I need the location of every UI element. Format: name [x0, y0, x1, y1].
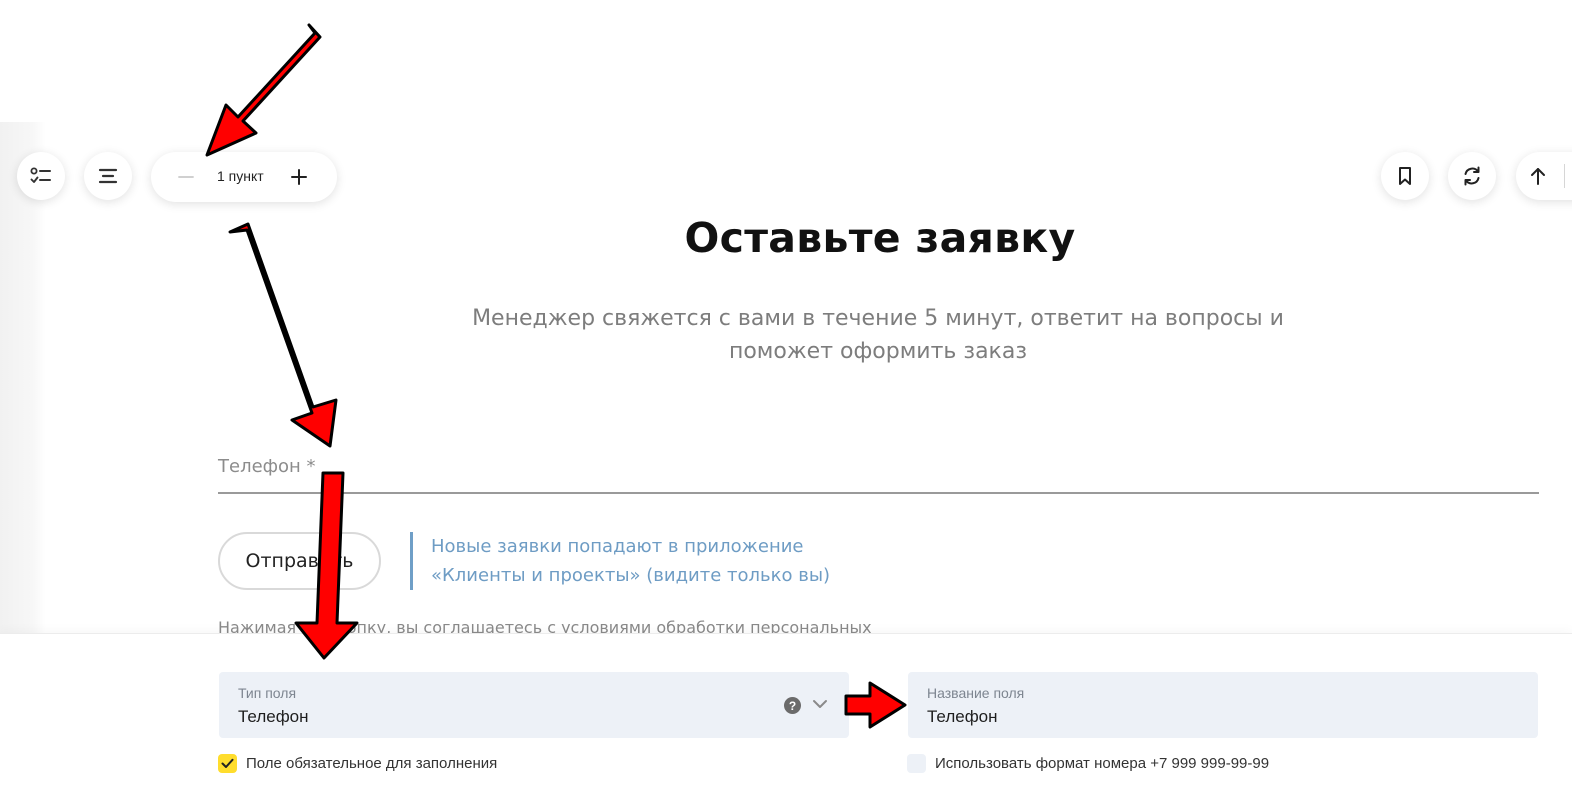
leads-info-line-2: «Клиенты и проекты» (видите только вы): [431, 565, 831, 586]
toolbar-divider: [1564, 164, 1565, 188]
items-stepper: 1 пункт: [151, 152, 337, 202]
consent-text: Нажимая на кнопку, вы соглашаетесь с усл…: [218, 618, 872, 633]
minus-icon: [178, 176, 194, 178]
phone-format-checkbox-label: Использовать формат номера +7 999 999-99…: [935, 754, 1270, 772]
submit-button[interactable]: Отправить: [218, 532, 381, 590]
plus-icon: [291, 169, 307, 185]
phone-format-checkbox[interactable]: [907, 753, 926, 773]
move-up-button[interactable]: [1516, 152, 1572, 200]
field-name-input[interactable]: Название поля Телефон: [908, 672, 1538, 738]
form-subtitle: Менеджер свяжется с вами в течение 5 мин…: [440, 302, 1316, 368]
required-checkbox-row[interactable]: Поле обязательное для заполнения: [218, 753, 497, 773]
items-count: 1 пункт: [217, 168, 264, 184]
field-type-value: Телефон: [238, 707, 309, 726]
field-type-label: Тип поля: [238, 685, 297, 701]
align-button[interactable]: [84, 152, 132, 200]
refresh-button[interactable]: [1448, 152, 1496, 200]
arrow-up-icon: [1531, 168, 1545, 185]
field-name-label: Название поля: [927, 685, 1025, 701]
form-subtitle-line-2: поможет оформить заказ: [728, 339, 1028, 364]
leads-info-line-1: Новые заявки попадают в приложение: [431, 536, 804, 557]
phone-format-checkbox-row[interactable]: Использовать формат номера +7 999 999-99…: [907, 753, 1269, 773]
chevron-down-icon: [813, 700, 827, 708]
checkmark-icon: [221, 758, 234, 768]
field-type-select[interactable]: Тип поля Телефон ?: [219, 672, 849, 738]
field-name-value: Телефон: [927, 707, 998, 726]
leads-info-note: Новые заявки попадают в приложение «Клие…: [410, 532, 830, 590]
phone-input[interactable]: Телефон *: [218, 446, 1539, 494]
annotation-arrow-to-phone-field: [228, 222, 338, 448]
increment-button[interactable]: [284, 162, 314, 192]
help-icon[interactable]: ?: [784, 697, 801, 714]
checklist-icon: [30, 167, 51, 183]
form-subtitle-line-1: Менеджер свяжется с вами в течение 5 мин…: [472, 306, 1284, 331]
tasks-button[interactable]: [17, 152, 65, 200]
decrement-button[interactable]: [171, 162, 201, 192]
annotation-arrow-to-stepper: [205, 23, 322, 157]
required-checkbox[interactable]: [218, 753, 237, 773]
field-settings-panel: Тип поля Телефон ? Название поля Телефон…: [0, 633, 1572, 796]
required-checkbox-label: Поле обязательное для заполнения: [246, 754, 498, 772]
refresh-icon: [1464, 166, 1480, 186]
align-center-icon: [98, 168, 118, 184]
page: 1 пункт Оставьте заявку Менеджер свяжетс…: [0, 0, 1572, 796]
bookmark-button[interactable]: [1381, 152, 1429, 200]
form-title: Оставьте заявку: [684, 214, 1076, 262]
bookmark-icon: [1399, 167, 1411, 185]
phone-input-label: Телефон *: [218, 456, 316, 477]
